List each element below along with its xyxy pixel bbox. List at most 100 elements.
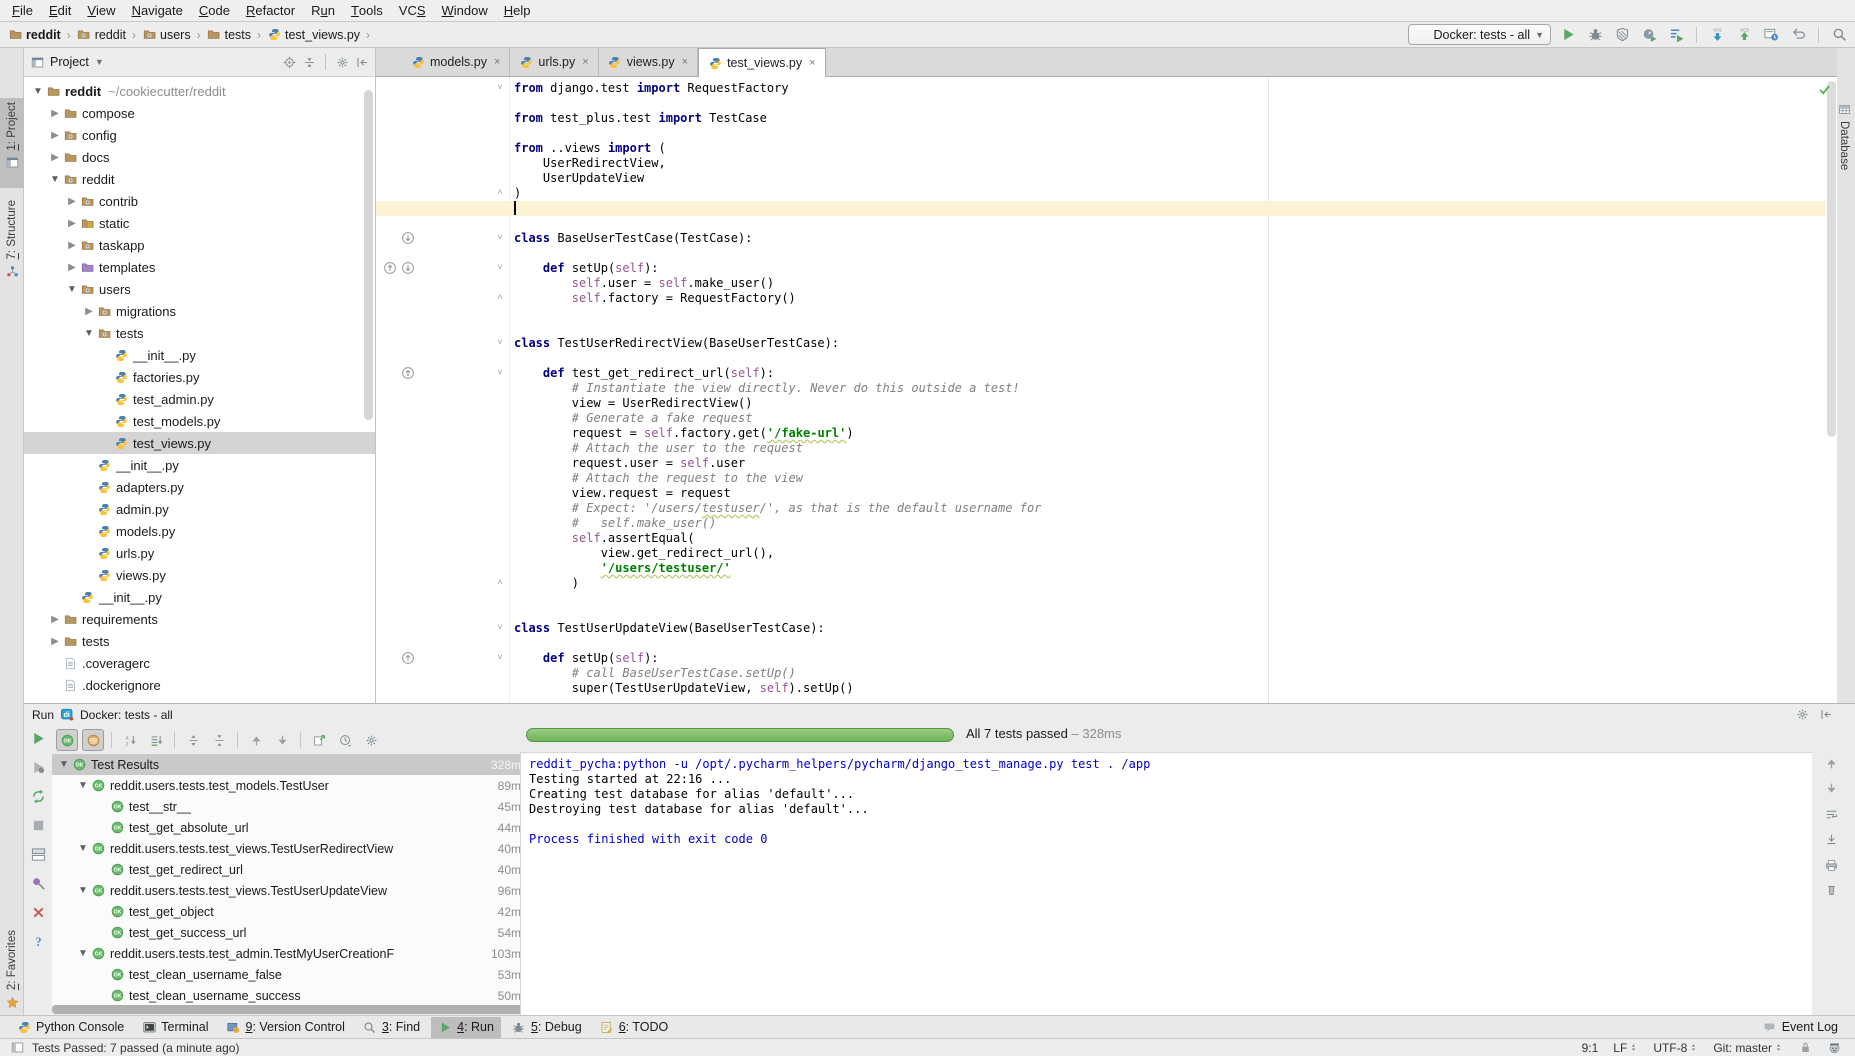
clear-all-button[interactable] <box>1824 884 1838 901</box>
code-editor[interactable]: ˅from django.test import RequestFactoryf… <box>376 77 1837 703</box>
pin-button[interactable] <box>28 873 48 893</box>
tree-item-test_views.py[interactable]: test_views.py <box>24 432 375 454</box>
fold-marker-icon[interactable]: ˄ <box>494 186 506 201</box>
vcs-commit-button[interactable]: VCS <box>1734 25 1754 45</box>
tree-expand-icon[interactable]: ▼ <box>75 885 91 896</box>
help-button[interactable]: ? <box>28 931 48 951</box>
run-configuration-select[interactable]: Docker: tests - all ▼ <box>1408 24 1551 45</box>
gear-icon[interactable] <box>335 55 349 69</box>
fold-marker-icon[interactable]: ˅ <box>494 651 506 666</box>
inspections-ok-icon[interactable] <box>1817 82 1831 96</box>
test-result-row[interactable]: OKtest__str__45ms <box>52 796 541 817</box>
editor-tab-views.py[interactable]: views.py× <box>599 48 698 76</box>
project-panel-title[interactable]: Project <box>50 55 89 69</box>
tree-item-factories.py[interactable]: factories.py <box>24 366 375 388</box>
menu-navigate[interactable]: Navigate <box>124 0 191 21</box>
tree-item-.dockerignore[interactable]: .dockerignore <box>24 674 375 696</box>
tree-expand-icon[interactable]: ▼ <box>75 780 91 791</box>
debug-button[interactable] <box>1585 25 1605 45</box>
menu-view[interactable]: View <box>79 0 123 21</box>
tree-expand-icon[interactable]: ▶ <box>64 218 80 229</box>
breadcrumb-item[interactable]: test_views.py <box>265 27 362 43</box>
test-options-button[interactable] <box>360 729 382 751</box>
show-passed-toggle[interactable]: OK <box>56 729 78 751</box>
tree-item-adapters.py[interactable]: adapters.py <box>24 476 375 498</box>
breadcrumb-item[interactable]: users <box>140 27 193 43</box>
test-result-row[interactable]: ▼OKreddit.users.tests.test_models.TestUs… <box>52 775 541 796</box>
git-branch-select[interactable]: Git: master <box>1713 1040 1783 1056</box>
event-log-button[interactable]: Event Log <box>1756 1017 1845 1038</box>
expand-all-button[interactable] <box>182 729 204 751</box>
tree-expand-icon[interactable]: ▼ <box>75 843 91 854</box>
menu-file[interactable]: File <box>4 0 41 21</box>
scroll-to-end-button[interactable] <box>1824 833 1838 850</box>
test-history-button[interactable] <box>334 729 356 751</box>
search-everywhere-button[interactable] <box>1829 25 1849 45</box>
tree-expand-icon[interactable]: ▶ <box>47 614 63 625</box>
close-tab-icon[interactable]: × <box>582 56 588 68</box>
toolwindow-button-todo[interactable]: 6: TODO <box>593 1017 676 1038</box>
tree-expand-icon[interactable]: ▼ <box>47 174 63 185</box>
menu-vcs[interactable]: VCS <box>391 0 434 21</box>
tree-expand-icon[interactable]: ▶ <box>47 130 63 141</box>
tree-expand-icon[interactable]: ▼ <box>75 948 91 959</box>
menu-tools[interactable]: Tools <box>343 0 391 21</box>
menu-help[interactable]: Help <box>496 0 539 21</box>
print-button[interactable] <box>1824 858 1838 875</box>
menu-edit[interactable]: Edit <box>41 0 79 21</box>
tree-expand-icon[interactable]: ▶ <box>47 108 63 119</box>
breadcrumb-item[interactable]: reddit <box>75 27 128 43</box>
tree-expand-icon[interactable]: ▶ <box>47 636 63 647</box>
tree-item-docs[interactable]: ▶docs <box>24 146 375 168</box>
gear-icon[interactable] <box>1795 708 1809 722</box>
hide-panel-icon[interactable] <box>1819 708 1833 722</box>
hide-panel-icon[interactable] <box>355 55 369 69</box>
tree-item-taskapp[interactable]: ▶taskapp <box>24 234 375 256</box>
sort-by-duration-button[interactable] <box>145 729 167 751</box>
test-result-row[interactable]: OKtest_get_absolute_url44ms <box>52 817 541 838</box>
local-history-button[interactable] <box>1761 25 1781 45</box>
line-ending-select[interactable]: LF <box>1613 1040 1638 1056</box>
caret-position[interactable]: 9:1 <box>1582 1041 1599 1055</box>
tree-item-urls.py[interactable]: urls.py <box>24 542 375 564</box>
profiler-button[interactable] <box>1639 25 1659 45</box>
test-result-row[interactable]: OKtest_get_object42ms <box>52 901 541 922</box>
tree-item-config[interactable]: ▶config <box>24 124 375 146</box>
fold-marker-icon[interactable]: ˅ <box>494 621 506 636</box>
overrides-marker-icon[interactable] <box>384 262 397 275</box>
collapse-all-button[interactable] <box>208 729 230 751</box>
breadcrumb-item[interactable]: reddit <box>6 27 63 43</box>
tree-item-migrations[interactable]: ▶migrations <box>24 300 375 322</box>
restore-layout-button[interactable] <box>28 844 48 864</box>
encoding-select[interactable]: UTF-8 <box>1653 1040 1698 1056</box>
toolwindow-button-run[interactable]: 4: Run <box>431 1017 501 1038</box>
tree-item-test_admin.py[interactable]: test_admin.py <box>24 388 375 410</box>
editor-tab-urls.py[interactable]: urls.py× <box>510 48 598 76</box>
scroll-down-button[interactable] <box>1824 782 1838 799</box>
tree-item-.coveragerc[interactable]: .coveragerc <box>24 652 375 674</box>
overridden-marker-icon[interactable] <box>402 262 415 275</box>
coverage-button[interactable] <box>1612 25 1632 45</box>
tool-stripe-1-project[interactable]: 1: Project <box>0 98 24 188</box>
lock-icon[interactable] <box>1798 1041 1812 1055</box>
tree-item-__init__.py[interactable]: __init__.py <box>24 344 375 366</box>
test-result-row[interactable]: OKtest_clean_username_success50ms <box>52 985 541 1005</box>
tree-item-users[interactable]: ▼users <box>24 278 375 300</box>
scroll-up-button[interactable] <box>1824 756 1838 773</box>
tree-item-static[interactable]: ▶static <box>24 212 375 234</box>
tree-item-tests[interactable]: ▼tests <box>24 322 375 344</box>
fold-marker-icon[interactable]: ˅ <box>494 261 506 276</box>
toolwindow-button-debug[interactable]: 5: Debug <box>505 1017 589 1038</box>
tree-item-test_models.py[interactable]: test_models.py <box>24 410 375 432</box>
fold-marker-icon[interactable]: ˄ <box>494 576 506 591</box>
menu-code[interactable]: Code <box>191 0 238 21</box>
run-with-coverage-button[interactable] <box>1666 25 1686 45</box>
locate-file-icon[interactable] <box>282 55 296 69</box>
tree-expand-icon[interactable]: ▶ <box>81 306 97 317</box>
collapse-all-icon[interactable] <box>302 55 316 69</box>
tree-item-reddit[interactable]: ▼reddit~/cookiecutter/reddit <box>24 80 375 102</box>
test-result-row[interactable]: ▼OKreddit.users.tests.test_admin.TestMyU… <box>52 943 541 964</box>
run-console[interactable]: reddit_pycha:python -u /opt/.pycharm_hel… <box>520 752 1812 1015</box>
editor-tab-test_views.py[interactable]: test_views.py× <box>698 48 825 77</box>
fold-marker-icon[interactable]: ˅ <box>494 81 506 96</box>
